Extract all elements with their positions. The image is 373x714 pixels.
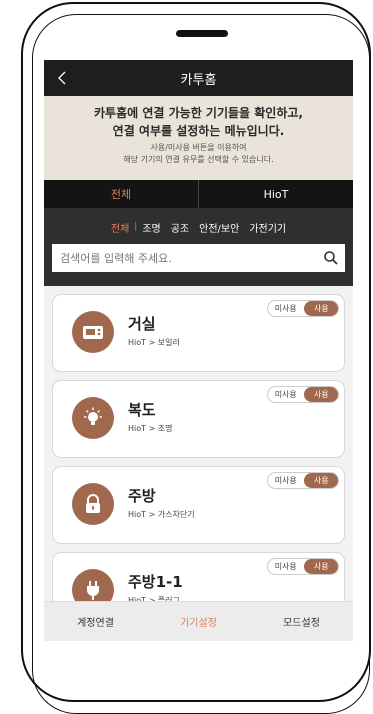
- app-screen: 카투홈 카투홈에 연결 가능한 기기들을 확인하고, 연결 여부를 설정하는 메…: [44, 60, 353, 641]
- info-banner: 카투홈에 연결 가능한 기기들을 확인하고, 연결 여부를 설정하는 메뉴입니다…: [44, 96, 353, 180]
- device-path: HioT > 조명: [128, 424, 173, 433]
- info-line-3: 사용/미사용 버튼을 이용하여: [150, 143, 247, 152]
- usage-toggle[interactable]: 미사용 사용: [267, 386, 339, 403]
- category-security[interactable]: 안전/보안: [194, 220, 244, 235]
- search-box: [52, 244, 345, 272]
- boiler-icon: [72, 311, 114, 353]
- device-name: 거실: [128, 315, 156, 333]
- category-hvac[interactable]: 공조: [166, 220, 194, 235]
- usage-toggle[interactable]: 미사용 사용: [267, 300, 339, 317]
- toggle-off-label[interactable]: 미사용: [268, 475, 303, 486]
- nav-device-settings[interactable]: 기기설정: [147, 602, 250, 641]
- device-card[interactable]: 주방 HioT > 가스차단기 미사용 사용: [52, 466, 345, 544]
- usage-toggle[interactable]: 미사용 사용: [267, 472, 339, 489]
- category-filter: 전체 | 조명 공조 안전/보안 가전기기: [44, 216, 353, 238]
- device-list: 거실 HioT > 보일러 미사용 사용 복도 HioT > 조명 미사용 사용…: [44, 286, 353, 630]
- tab-all[interactable]: 전체: [44, 180, 199, 208]
- toggle-on-label[interactable]: 사용: [304, 387, 338, 402]
- toggle-off-label[interactable]: 미사용: [268, 303, 303, 314]
- tab-hiot[interactable]: HioT: [199, 180, 353, 208]
- device-name: 주방: [128, 487, 156, 505]
- category-appliances[interactable]: 가전기기: [244, 220, 291, 235]
- info-line-4: 해당 기기의 연결 유무를 선택할 수 있습니다.: [123, 155, 274, 164]
- tab-bar: 전체 HioT: [44, 180, 353, 208]
- device-card[interactable]: 거실 HioT > 보일러 미사용 사용: [52, 294, 345, 372]
- search-icon[interactable]: [323, 250, 339, 266]
- toggle-on-label[interactable]: 사용: [304, 559, 338, 574]
- search-input[interactable]: [60, 251, 310, 265]
- info-line-1: 카투홈에 연결 가능한 기기들을 확인하고,: [94, 106, 303, 120]
- bottom-nav: 계정연결 기기설정 모드설정: [44, 601, 353, 641]
- category-all[interactable]: 전체: [106, 220, 134, 235]
- toggle-on-label[interactable]: 사용: [304, 301, 338, 316]
- toggle-off-label[interactable]: 미사용: [268, 561, 303, 572]
- light-bulb-icon: [72, 397, 114, 439]
- speaker-slot: [176, 30, 228, 37]
- title-bar: 카투홈: [44, 60, 353, 96]
- page-title: 카투홈: [180, 72, 217, 88]
- device-name: 복도: [128, 401, 156, 419]
- device-name: 주방1-1: [128, 573, 183, 591]
- device-path: HioT > 보일러: [128, 338, 180, 347]
- usage-toggle[interactable]: 미사용 사용: [267, 558, 339, 575]
- toggle-on-label[interactable]: 사용: [304, 473, 338, 488]
- info-line-2: 연결 여부를 설정하는 메뉴입니다.: [112, 124, 285, 138]
- lock-icon: [72, 483, 114, 525]
- filter-bar: 전체 | 조명 공조 안전/보안 가전기기: [44, 208, 353, 286]
- category-lighting[interactable]: 조명: [137, 220, 165, 235]
- back-arrow-icon[interactable]: [54, 69, 72, 87]
- device-card[interactable]: 복도 HioT > 조명 미사용 사용: [52, 380, 345, 458]
- nav-mode-settings[interactable]: 모드설정: [250, 602, 353, 641]
- nav-account-link[interactable]: 계정연결: [44, 602, 147, 641]
- toggle-off-label[interactable]: 미사용: [268, 389, 303, 400]
- device-path: HioT > 가스차단기: [128, 510, 195, 519]
